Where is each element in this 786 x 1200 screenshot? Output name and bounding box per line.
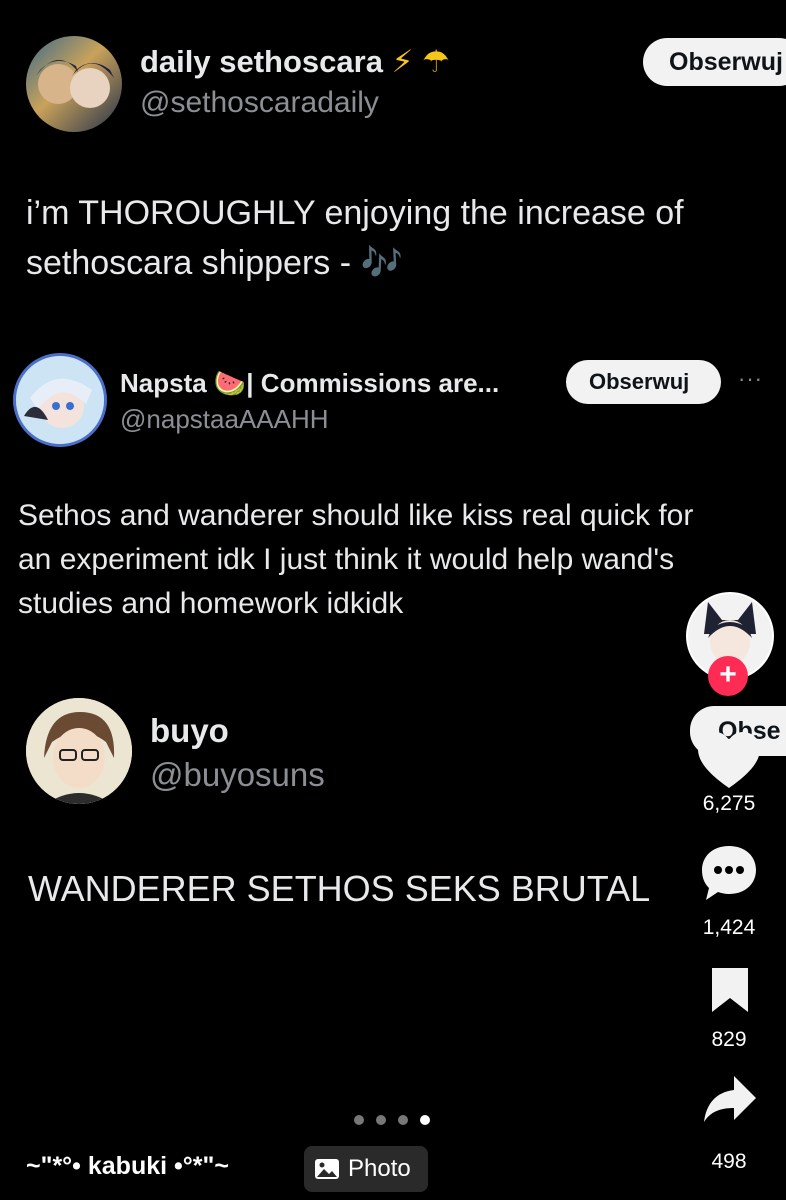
- photo-icon: [315, 1159, 339, 1179]
- comment-icon[interactable]: [700, 844, 758, 902]
- post-author-handle[interactable]: @buyosuns: [150, 756, 325, 794]
- photo-badge[interactable]: Photo: [304, 1146, 428, 1192]
- follow-plus-button[interactable]: +: [708, 656, 748, 696]
- post-author-name[interactable]: buyo: [150, 712, 229, 750]
- avatar-image: [16, 356, 104, 444]
- share-count: 498: [711, 1150, 747, 1173]
- follow-button[interactable]: Obserwuj: [643, 38, 786, 86]
- share-icon[interactable]: [702, 1074, 758, 1124]
- like-count: 6,275: [702, 792, 756, 815]
- creator-username[interactable]: ~"*°• kabuki •°*"~: [26, 1152, 229, 1181]
- more-options-icon[interactable]: ···: [738, 366, 763, 392]
- carousel-dot[interactable]: [354, 1115, 364, 1125]
- post-text: i’m THOROUGHLY enjoying the increase of …: [26, 194, 684, 282]
- post-author-name[interactable]: daily sethoscara ⚡ ☂: [140, 44, 450, 80]
- avatar[interactable]: [26, 36, 122, 132]
- carousel-indicator: [348, 1112, 436, 1130]
- lightning-umbrella-emoji: ⚡ ☂: [391, 44, 450, 79]
- follow-button[interactable]: Obserwuj: [566, 360, 721, 404]
- carousel-dot[interactable]: [376, 1115, 386, 1125]
- carousel-dot-active[interactable]: [420, 1115, 430, 1125]
- avatar[interactable]: [26, 698, 132, 804]
- post-text: WANDERER SETHOS SEKS BRUTAL: [28, 868, 651, 909]
- comment-count: 1,424: [702, 916, 756, 939]
- post-author-handle[interactable]: @napstaaAAAHH: [120, 404, 329, 435]
- carousel-dot[interactable]: [398, 1115, 408, 1125]
- heart-icon[interactable]: [698, 732, 760, 790]
- post-text: Sethos and wanderer should like kiss rea…: [18, 499, 694, 620]
- bookmark-icon[interactable]: [710, 966, 750, 1014]
- post-author-handle[interactable]: @sethoscaradaily: [140, 86, 379, 120]
- avatar[interactable]: [16, 356, 104, 444]
- avatar-image: [36, 59, 114, 108]
- avatar-image: [26, 698, 132, 804]
- save-count: 829: [711, 1028, 747, 1051]
- post-author-name[interactable]: Napsta 🍉| Commissions are...: [120, 368, 499, 399]
